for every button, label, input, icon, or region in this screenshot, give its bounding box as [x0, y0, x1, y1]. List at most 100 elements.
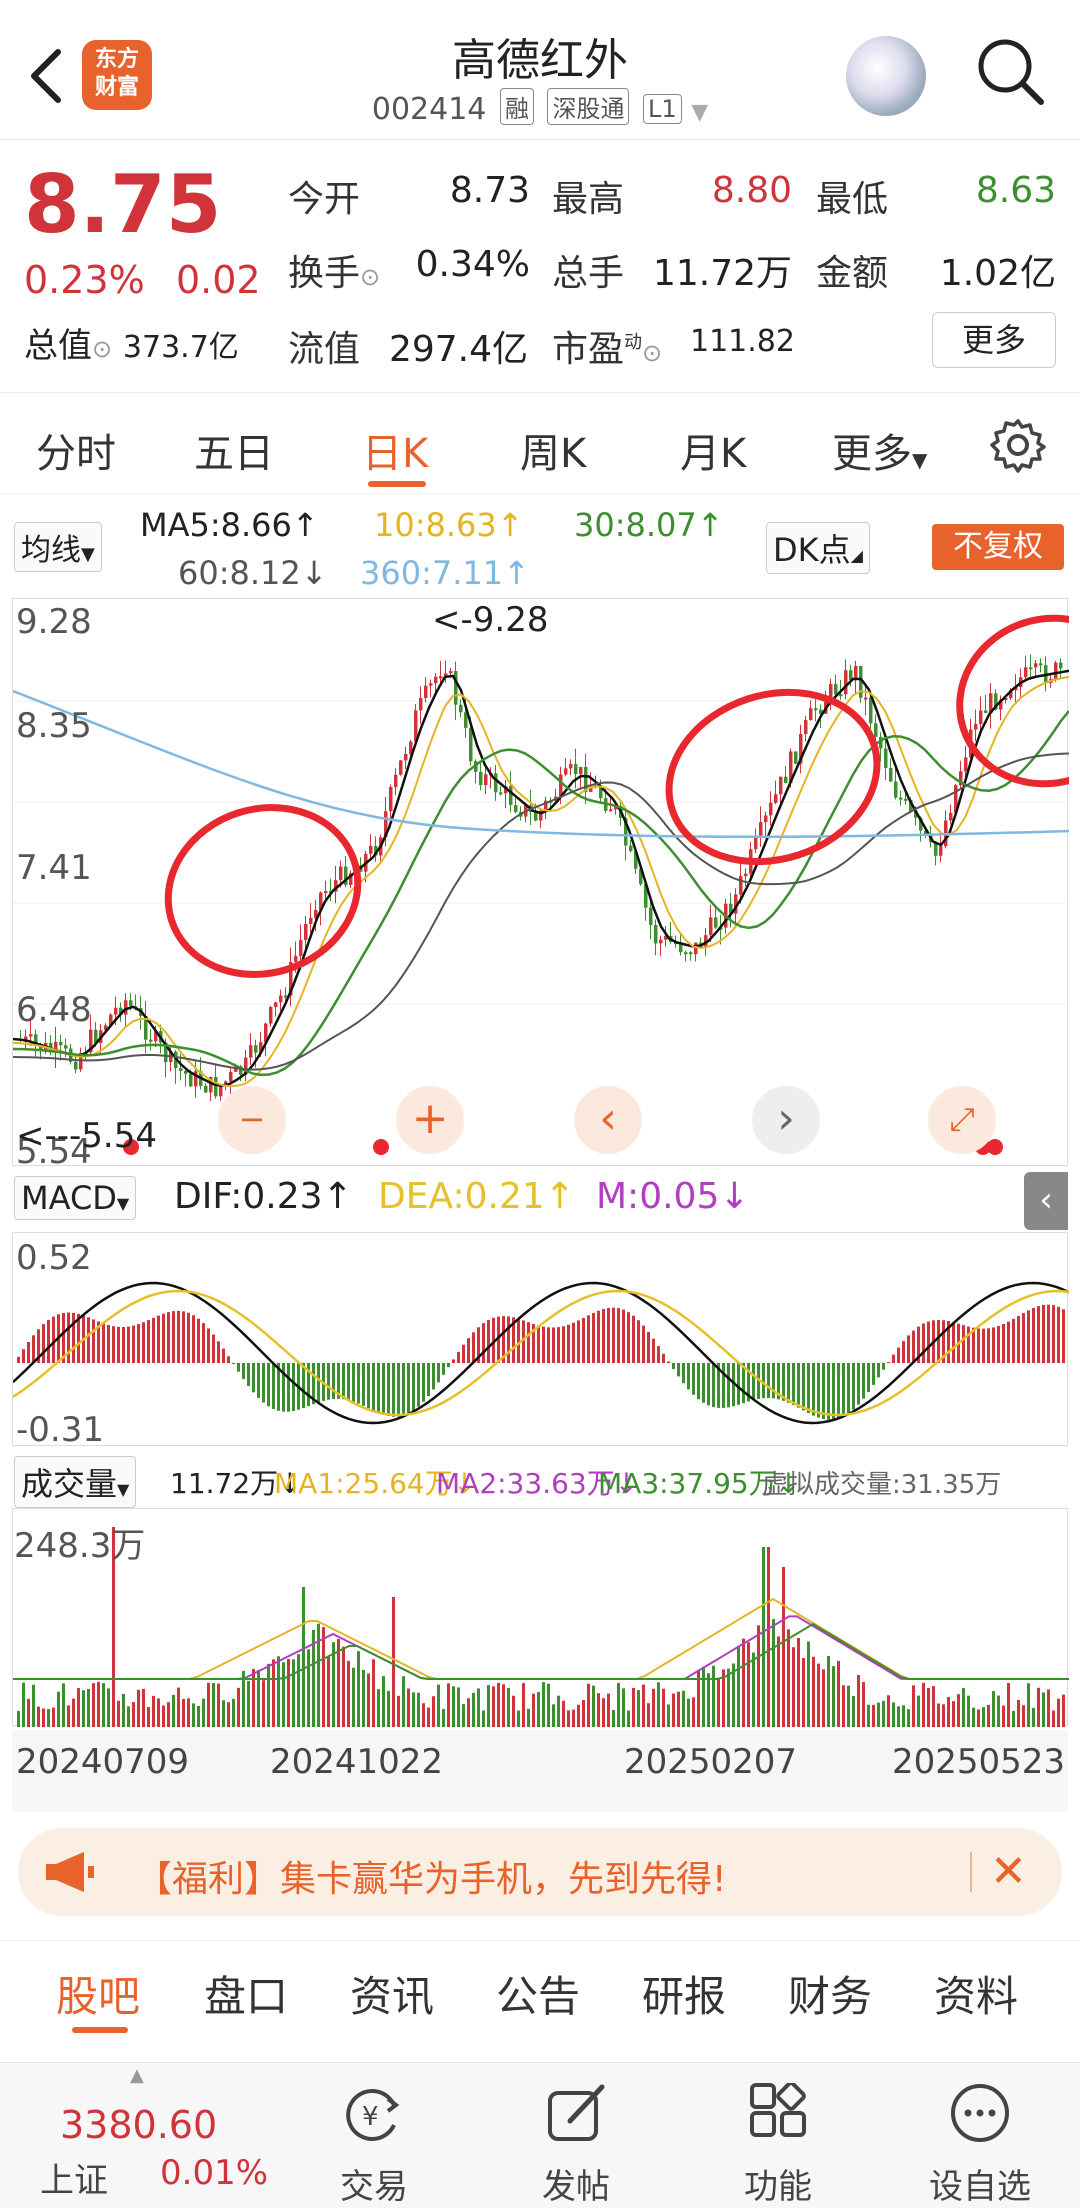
volume-bar [182, 1698, 185, 1727]
robot-avatar-icon[interactable] [846, 36, 926, 116]
kline-chart[interactable] [12, 598, 1080, 1166]
index-change-pct[interactable]: 0.01% [160, 2153, 268, 2193]
tab-daily-k[interactable]: 日K [362, 421, 428, 479]
fullscreen-icon[interactable]: ⤢ [928, 1086, 996, 1154]
candlestick [769, 802, 773, 816]
index-value[interactable]: 3380.60 [60, 2103, 217, 2147]
nav-add-watchlist[interactable]: 设自选 [910, 2159, 1050, 2208]
section-tab-finance[interactable]: 财务 [788, 1963, 872, 2024]
macd-bar [767, 1363, 770, 1399]
info-icon[interactable]: ⊙ [92, 335, 112, 363]
tab-five-day[interactable]: 五日 [194, 421, 274, 479]
scroll-left-button[interactable]: ‹ [574, 1086, 642, 1154]
volume-bar [602, 1698, 605, 1727]
candlestick [204, 1085, 208, 1093]
volume-selector[interactable]: 成交量▼ [14, 1456, 137, 1508]
macd-bar [682, 1363, 685, 1384]
legend-ma10: 10:8.63↑ [374, 506, 524, 544]
dropdown-icon[interactable]: ▼ [691, 100, 708, 125]
tab-more[interactable]: 更多▼ [832, 421, 927, 479]
candlestick [834, 684, 838, 695]
candlestick [694, 942, 698, 955]
close-icon[interactable]: ✕ [990, 1846, 1027, 1897]
section-tab-guba[interactable]: 股吧 [56, 1963, 140, 2024]
volume-bar [427, 1707, 430, 1727]
zoom-out-button[interactable]: − [218, 1086, 286, 1154]
volume-bar [1037, 1687, 1040, 1727]
candlestick [564, 768, 568, 775]
macd-selector[interactable]: MACD▼ [14, 1176, 137, 1220]
trade-icon[interactable]: ¥ [342, 2085, 406, 2149]
macd-bar [552, 1327, 555, 1363]
volume-chart[interactable] [12, 1508, 1069, 1727]
active-tab-indicator [368, 481, 426, 487]
zoom-in-button[interactable]: + [396, 1086, 464, 1154]
post-edit-icon[interactable] [544, 2083, 608, 2149]
macd-bar [707, 1363, 710, 1406]
nav-functions[interactable]: 功能 [708, 2159, 848, 2208]
volume-bar [562, 1700, 565, 1727]
volume-bar [557, 1695, 560, 1727]
search-icon[interactable] [975, 36, 1045, 108]
section-tab-profile[interactable]: 资料 [934, 1963, 1018, 2024]
volume-bar [437, 1684, 440, 1727]
macd-bar [897, 1347, 900, 1363]
section-tab-news[interactable]: 资讯 [350, 1963, 434, 2024]
macd-bar [617, 1308, 620, 1363]
section-tab-research[interactable]: 研报 [642, 1963, 726, 2024]
macd-bar [927, 1321, 930, 1363]
macd-bar [652, 1338, 655, 1363]
volume-bar [262, 1680, 265, 1727]
volume-bar [1042, 1692, 1045, 1727]
tab-monthly-k[interactable]: 月K [680, 421, 746, 479]
scroll-right-button[interactable]: › [752, 1086, 820, 1154]
macd-bar [1062, 1309, 1065, 1363]
macd-bar [882, 1363, 885, 1370]
info-icon[interactable]: ⊙ [642, 339, 662, 367]
more-dots-icon[interactable] [948, 2081, 1012, 2149]
collapse-panel-button[interactable]: ‹ [1024, 1172, 1068, 1230]
index-name[interactable]: 上证 [40, 2153, 108, 2202]
functions-grid-icon[interactable] [746, 2081, 810, 2149]
candlestick [294, 955, 298, 962]
volume-bar [987, 1704, 990, 1727]
macd-bar [1022, 1313, 1025, 1363]
volume-bar [302, 1587, 305, 1727]
macd-bar [117, 1326, 120, 1363]
candlestick [114, 1007, 118, 1015]
banner-text[interactable]: 【福利】集卡赢华为手机，先到先得! [136, 1850, 726, 1902]
nav-post[interactable]: 发帖 [506, 2159, 646, 2208]
tab-intraday[interactable]: 分时 [36, 421, 116, 479]
volume-bar [287, 1658, 290, 1727]
section-tab-pankou[interactable]: 盘口 [204, 1963, 288, 2024]
macd-bar [802, 1363, 805, 1411]
section-tab-announcements[interactable]: 公告 [496, 1963, 580, 2024]
expand-up-icon[interactable]: ▲ [130, 2065, 144, 2086]
settings-gear-icon[interactable] [990, 417, 1046, 477]
volume-bar [457, 1687, 460, 1727]
volume-bar [462, 1704, 465, 1727]
dk-point-selector[interactable]: DK点◢ [766, 522, 870, 574]
nav-trade[interactable]: 交易 [304, 2159, 444, 2208]
info-icon[interactable]: ⊙ [360, 263, 380, 291]
adjust-mode-button[interactable]: 不复权 [932, 524, 1064, 570]
macd-bar [672, 1363, 675, 1370]
volume-bar [432, 1696, 435, 1727]
tab-weekly-k[interactable]: 周K [520, 421, 586, 479]
macd-chart[interactable] [12, 1232, 1070, 1446]
candlestick [574, 764, 578, 775]
volume-bar [17, 1710, 20, 1727]
macd-bar [142, 1322, 145, 1363]
volume-bar [132, 1702, 135, 1727]
more-stats-button[interactable]: 更多 [932, 312, 1056, 368]
ma-selector[interactable]: 均线▼ [14, 522, 102, 572]
volume-bar [897, 1706, 900, 1727]
volume-bar [712, 1665, 715, 1727]
volume-bar [872, 1704, 875, 1727]
macd-bar [997, 1325, 1000, 1363]
candlestick [509, 786, 513, 806]
candlestick [569, 764, 573, 769]
volume-bar [922, 1682, 925, 1727]
macd-bar [372, 1363, 375, 1411]
volume-bar [512, 1695, 515, 1727]
